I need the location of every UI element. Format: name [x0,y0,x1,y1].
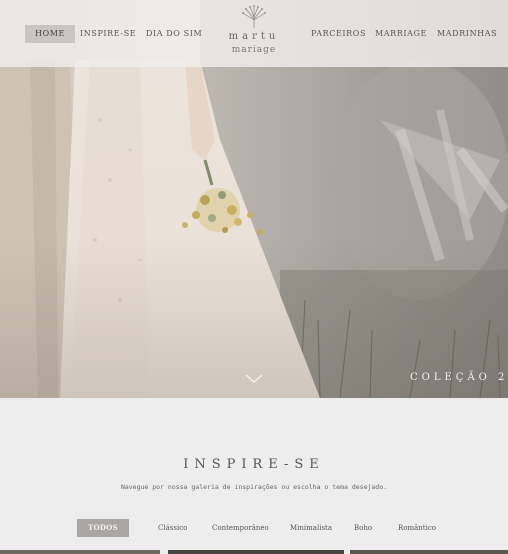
chevron-down-icon[interactable] [244,373,264,385]
nav-item-parceiros[interactable]: PARCEIROS [311,25,366,43]
gallery-thumb[interactable] [0,550,160,554]
logo-subtitle: mariage [231,45,277,55]
filter-boho[interactable]: Boho [354,519,372,537]
filter-bar: TODOS Clássico Contemporâneo Minimalista… [0,519,508,537]
top-navigation: HOME INSPIRE-SE DIA DO SIM martu mariage… [0,0,508,67]
section-subtitle: Navegue por nossa galeria de inspirações… [120,483,388,491]
filter-romantico[interactable]: Romântico [398,519,436,537]
nav-item-home[interactable]: HOME [25,25,75,43]
brand-logo[interactable]: martu mariage [218,3,290,63]
filter-todos[interactable]: TODOS [77,519,129,537]
nav-item-madrinhas[interactable]: MADRINHAS [437,25,497,43]
filter-contemporaneo[interactable]: Contemporâneo [212,519,269,537]
logo-name: martu [228,31,280,42]
filter-minimalista[interactable]: Minimalista [290,519,332,537]
nav-item-inspire[interactable]: INSPIRE-SE [80,25,136,43]
section-title: INSPIRE-SE [183,457,325,472]
nav-item-marriage[interactable]: MARRIAGE [375,25,427,43]
filter-classico[interactable]: Clássico [158,519,187,537]
nav-item-dia-do-sim[interactable]: DIA DO SIM [146,25,202,43]
gallery-thumb[interactable] [168,550,344,554]
gallery-preview [0,550,508,554]
collection-label[interactable]: COLEÇÃO 2 [410,372,508,383]
flower-bouquet-logo-icon [242,5,266,28]
gallery-thumb[interactable] [350,550,508,554]
